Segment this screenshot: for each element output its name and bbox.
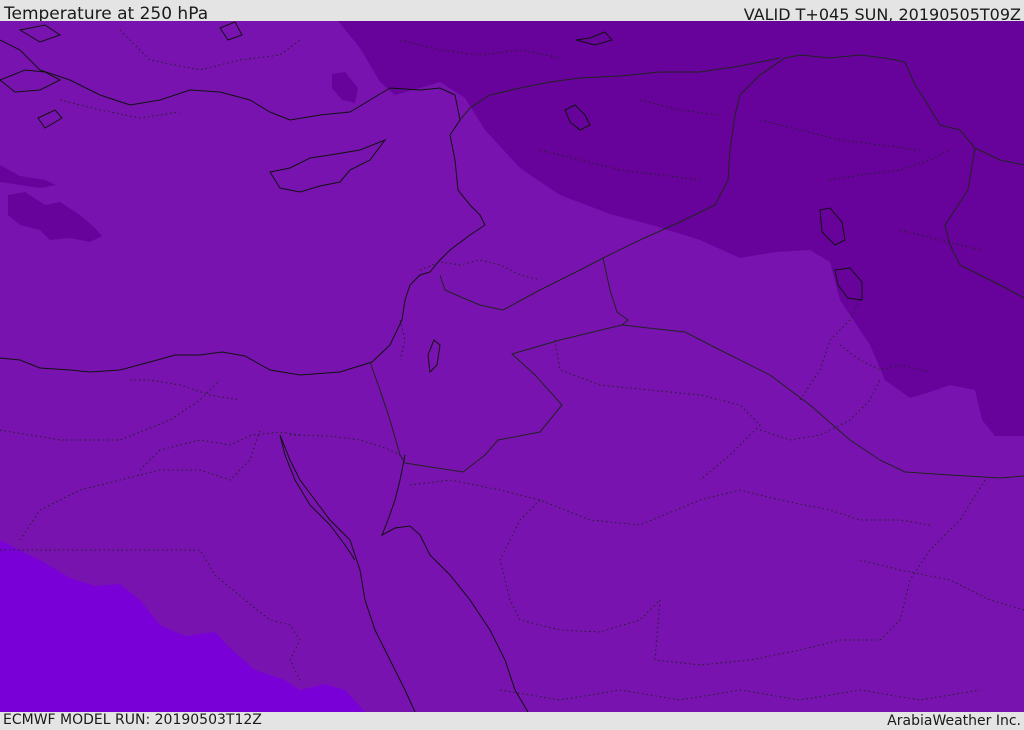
model-run-label: ECMWF MODEL RUN: 20190503T12Z <box>3 712 262 728</box>
map-area <box>0 21 1024 712</box>
bottom-bar: ECMWF MODEL RUN: 20190503T12Z ArabiaWeat… <box>0 712 1024 729</box>
top-bar: Temperature at 250 hPa VALID T+045 SUN, … <box>0 0 1024 24</box>
temperature-map <box>0 21 1024 712</box>
credit-label: ArabiaWeather Inc. <box>887 713 1021 729</box>
